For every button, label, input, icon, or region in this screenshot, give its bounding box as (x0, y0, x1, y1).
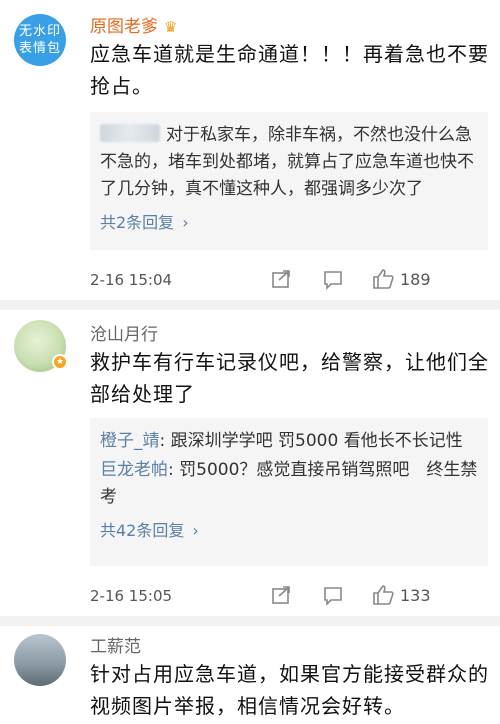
reply-item: 橙子_靖: 跟深圳学学吧 罚5000 看他长不长记性 (100, 428, 478, 455)
reply-author[interactable]: 橙子_靖 (100, 431, 160, 451)
more-replies-label: 共42条回复 (100, 521, 185, 540)
verified-badge-icon: ★ (52, 354, 68, 370)
avatar[interactable] (14, 634, 66, 686)
more-replies-link[interactable]: 共42条回复 › (100, 517, 478, 541)
author-name: 工薪范 (90, 637, 141, 657)
reply-box[interactable]: 对于私家车，除非车祸，不然也没什么急不急的，堵车到处都堵，就算占了应急车道也快不… (90, 112, 488, 250)
divider (0, 616, 500, 626)
reply-author[interactable]: 巨龙老帕 (100, 460, 168, 480)
comment-item: 工薪范 针对占用应急车道，如果官方能接受群众的视频图片举报，相信情况会好转。 (0, 626, 500, 724)
crown-icon: ♛ (164, 18, 178, 36)
avatar[interactable]: 无水印 表情包 (14, 14, 66, 66)
comment-item: ★ 沧山月行 救护车有行车记录仪吧，给警察，让他们全部给处理了 橙子_靖: 跟深… (0, 310, 500, 616)
comment-item: 无水印 表情包 原图老爹 ♛ 应急车道就是生命通道！！！再着急也不要抢占。 对于私… (0, 0, 500, 296)
like-icon[interactable]: 133 (372, 584, 431, 608)
like-count: 189 (400, 270, 431, 289)
comment-icon[interactable] (322, 268, 344, 292)
comment-author[interactable]: 原图老爹 ♛ (90, 12, 177, 37)
more-replies-link[interactable]: 共2条回复 › (100, 209, 478, 233)
author-name: 沧山月行 (90, 325, 158, 345)
comment-text: 应急车道就是生命通道！！！再着急也不要抢占。 (90, 42, 489, 98)
comment-author[interactable]: 沧山月行 (90, 320, 158, 345)
comment-meta: 2-16 15:05 133 (90, 584, 488, 608)
reply-box[interactable]: 橙子_靖: 跟深圳学学吧 罚5000 看他长不长记性 巨龙老帕: 罚5000？感… (90, 418, 488, 566)
comment-text: 针对占用应急车道，如果官方能接受群众的视频图片举报，相信情况会好转。 (90, 662, 489, 718)
share-icon[interactable] (270, 268, 292, 292)
blurred-username (100, 124, 160, 142)
comment-meta: 2-16 15:04 189 (90, 268, 488, 292)
comment-text: 救护车有行车记录仪吧，给警察，让他们全部给处理了 (90, 350, 489, 406)
avatar-text: 无水印 表情包 (18, 24, 61, 56)
reply-text: : 跟深圳学学吧 罚5000 看他长不长记性 (159, 431, 463, 451)
divider (0, 300, 500, 310)
more-replies-label: 共2条回复 (100, 213, 175, 232)
share-icon[interactable] (270, 584, 292, 608)
chevron-right-icon: › (182, 213, 189, 232)
timestamp: 2-16 15:04 (90, 271, 173, 289)
reply-item: 对于私家车，除非车祸，不然也没什么急不急的，堵车到处都堵，就算占了应急车道也快不… (100, 122, 478, 203)
timestamp: 2-16 15:05 (90, 587, 173, 605)
chevron-right-icon: › (192, 521, 199, 540)
author-name: 原图老爹 (90, 17, 158, 37)
comment-icon[interactable] (322, 584, 344, 608)
comment-author[interactable]: 工薪范 (90, 632, 141, 657)
like-count: 133 (400, 586, 431, 605)
like-icon[interactable]: 189 (372, 268, 431, 292)
reply-item: 巨龙老帕: 罚5000？感觉直接吊销驾照吧 终生禁考 (100, 457, 478, 511)
